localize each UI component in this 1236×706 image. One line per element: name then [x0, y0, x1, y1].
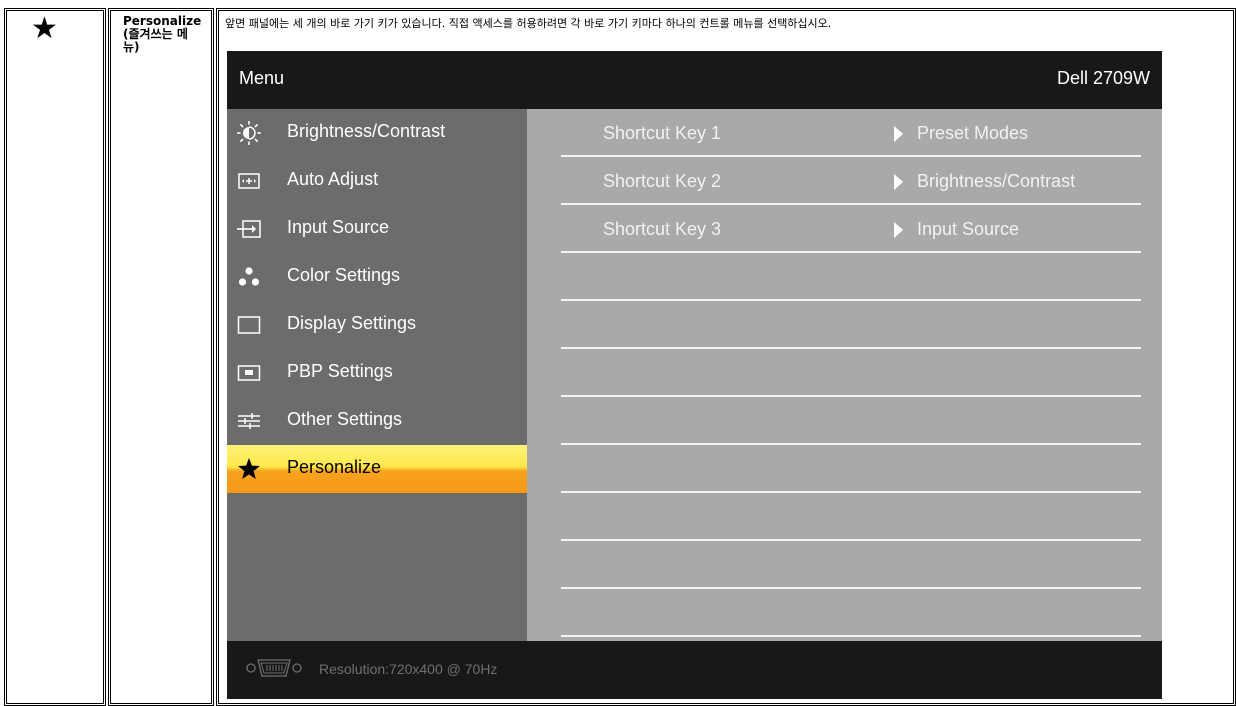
osd-screenshot: Menu Dell 2709W Brightness/Contrast Auto… [227, 51, 1162, 699]
menu-item-label: Brightness/Contrast [287, 121, 446, 141]
empty-row [561, 445, 1141, 493]
star-icon [238, 458, 260, 479]
shortcut-key-value: Preset Modes [917, 123, 1029, 143]
shortcut-key-label: Shortcut Key 2 [603, 171, 722, 191]
osd-footer: Resolution:720x400 @ 70Hz [227, 641, 1162, 699]
vga-connector-icon [246, 659, 302, 677]
menu-item-label: Personalize [287, 457, 382, 477]
osd-submenu-panel: Shortcut Key 1 Preset Modes Shortcut Key… [527, 109, 1162, 641]
menu-item-color-settings[interactable]: Color Settings [227, 253, 527, 301]
osd-header: Menu Dell 2709W [227, 51, 1162, 109]
pbp-settings-icon [237, 365, 261, 381]
empty-row [561, 397, 1141, 445]
osd-model-name: Dell 2709W [1056, 68, 1150, 88]
empty-row [561, 493, 1141, 541]
menu-item-label: Display Settings [287, 313, 417, 333]
shortcut-key-label: Shortcut Key 3 [603, 219, 722, 239]
empty-row [561, 253, 1141, 301]
empty-row [561, 301, 1141, 349]
title-cell: Personalize (즐겨쓰는 메 뉴) [108, 8, 214, 706]
shortcut-key-3-row[interactable]: Shortcut Key 3 Input Source [561, 205, 1141, 253]
icon-cell: ★ [4, 8, 106, 706]
triangle-right-icon [894, 222, 903, 238]
manual-table-row: ★ Personalize (즐겨쓰는 메 뉴) 앞면 패널에는 세 개의 바로… [0, 0, 1236, 706]
description-cell: 앞면 패널에는 세 개의 바로 가기 키가 있습니다. 직접 액세스를 허용하려… [216, 8, 1236, 706]
menu-item-brightness-contrast[interactable]: Brightness/Contrast [227, 109, 527, 157]
row-title: Personalize (즐겨쓰는 메 뉴) [123, 15, 209, 54]
row-divider [561, 635, 1141, 637]
menu-item-input-source[interactable]: Input Source [227, 205, 527, 253]
menu-item-personalize[interactable]: Personalize [227, 445, 527, 493]
shortcut-key-value: Input Source [917, 219, 1020, 239]
other-settings-icon [238, 413, 260, 429]
shortcut-key-value: Brightness/Contrast [917, 171, 1076, 191]
empty-row [561, 541, 1141, 589]
empty-row [561, 589, 1141, 637]
menu-item-pbp-settings[interactable]: PBP Settings [227, 349, 527, 397]
triangle-right-icon [894, 174, 903, 190]
menu-item-display-settings[interactable]: Display Settings [227, 301, 527, 349]
display-settings-icon [237, 316, 261, 334]
menu-item-label: Other Settings [287, 409, 403, 429]
color-settings-icon [238, 267, 260, 286]
brightness-icon [237, 121, 261, 145]
auto-adjust-icon [238, 173, 260, 189]
menu-item-auto-adjust[interactable]: Auto Adjust [227, 157, 527, 205]
triangle-right-icon [894, 126, 903, 142]
osd-menu-title: Menu [239, 68, 285, 88]
row-description: 앞면 패널에는 세 개의 바로 가기 키가 있습니다. 직접 액세스를 허용하려… [225, 17, 832, 30]
menu-item-label: Input Source [287, 217, 390, 237]
shortcut-key-2-row[interactable]: Shortcut Key 2 Brightness/Contrast [561, 157, 1141, 205]
row-title-line: 뉴) [123, 40, 140, 54]
menu-item-label: Color Settings [287, 265, 401, 285]
star-icon: ★ [31, 11, 58, 46]
menu-item-label: PBP Settings [287, 361, 393, 381]
shortcut-key-1-row[interactable]: Shortcut Key 1 Preset Modes [561, 109, 1141, 157]
menu-item-other-settings[interactable]: Other Settings [227, 397, 527, 445]
input-source-icon [237, 220, 261, 238]
osd-menu-list: Brightness/Contrast Auto Adjust Input So… [227, 109, 527, 641]
empty-row [561, 349, 1141, 397]
shortcut-key-label: Shortcut Key 1 [603, 123, 722, 143]
resolution-text: Resolution:720x400 @ 70Hz [319, 661, 498, 677]
menu-item-label: Auto Adjust [287, 169, 379, 189]
